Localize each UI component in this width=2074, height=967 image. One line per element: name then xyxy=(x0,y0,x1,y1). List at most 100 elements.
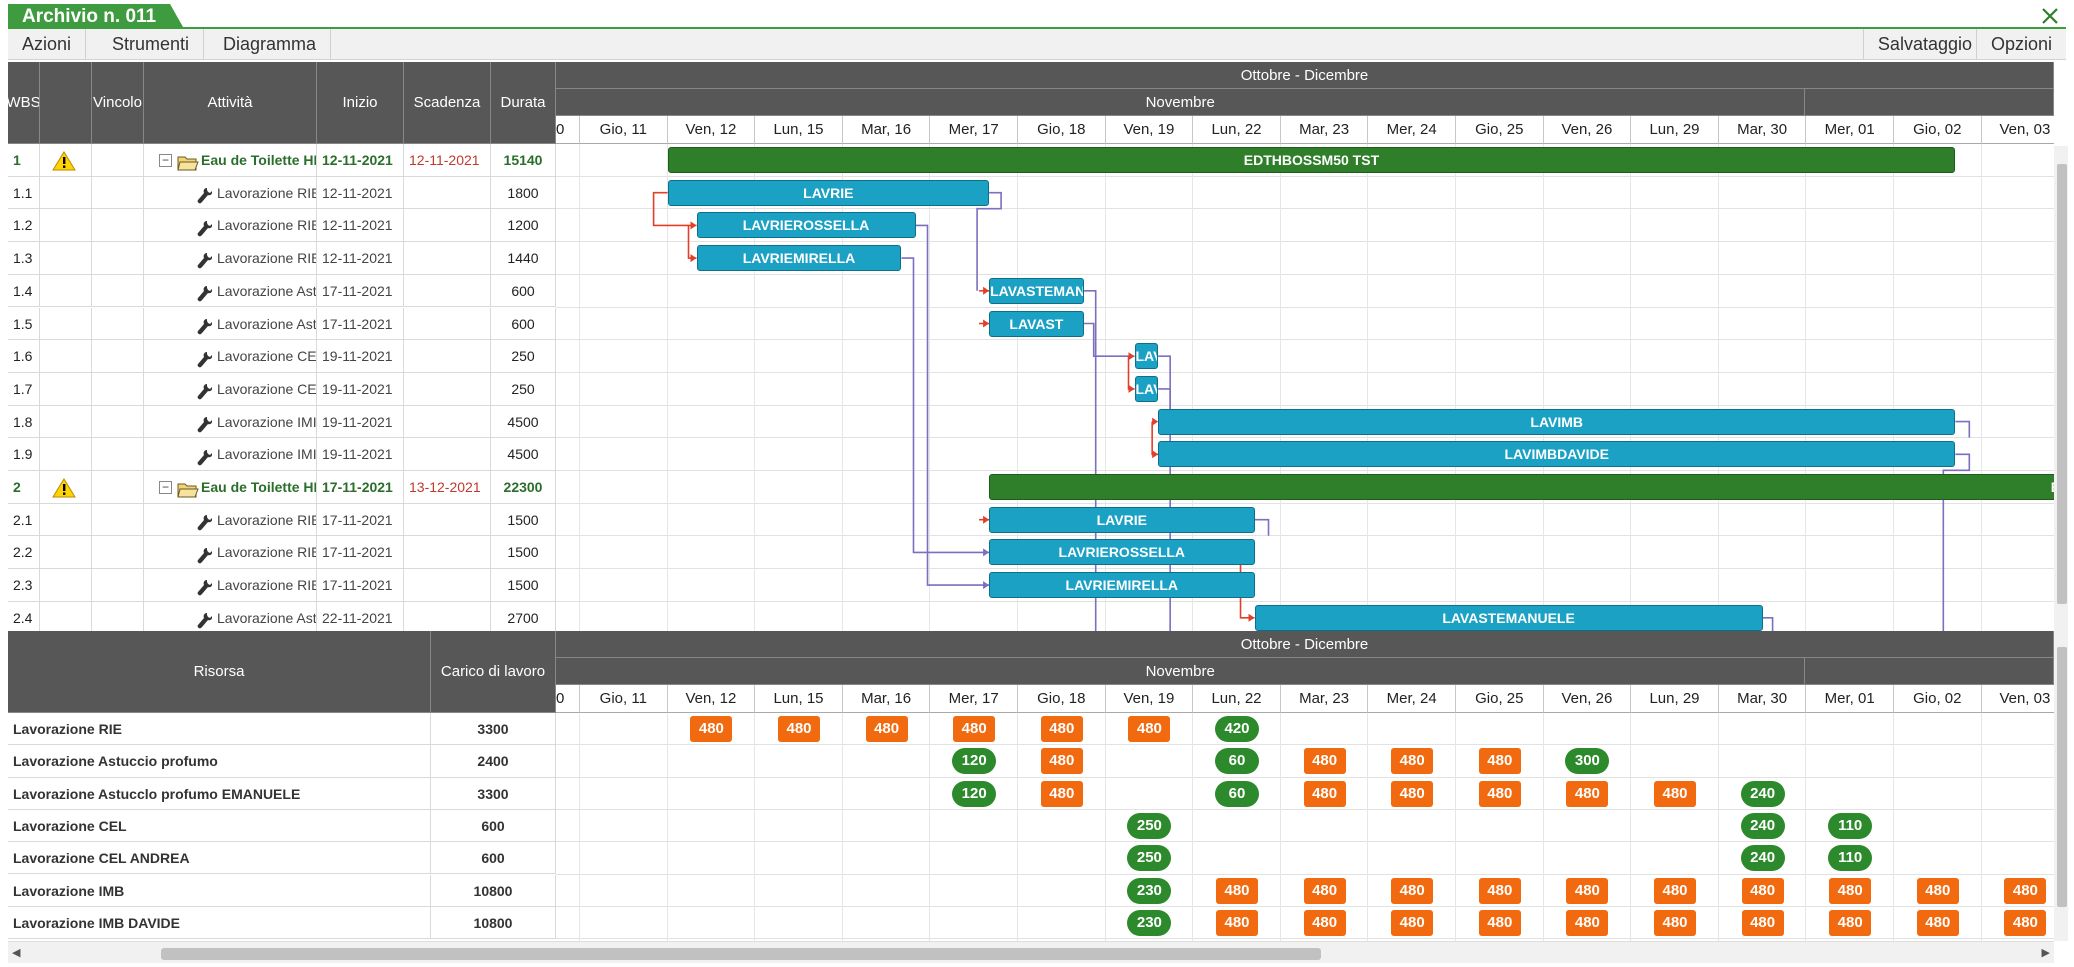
workload-badge[interactable]: 480 xyxy=(1391,909,1434,936)
workload-badge[interactable]: 480 xyxy=(1829,877,1872,904)
menu-strumenti[interactable]: Strumenti xyxy=(98,29,205,60)
workload-badge[interactable]: 480 xyxy=(1128,716,1171,743)
workload-badge[interactable]: 480 xyxy=(1391,877,1434,904)
task-cell-activity[interactable]: Lavorazione RIE xyxy=(144,209,317,243)
workload-day-header[interactable]: Mar, 16 xyxy=(842,685,931,713)
workload-badge[interactable]: 480 xyxy=(1216,877,1258,904)
resource-name[interactable]: Lavorazione Astuccio profumo xyxy=(8,745,431,778)
gantt-day-header[interactable]: Mar, 23 xyxy=(1280,116,1369,144)
workload-badge[interactable]: 120 xyxy=(952,748,997,775)
gantt-bar-summary[interactable]: EDTHBOSSM50 xyxy=(989,474,2054,500)
workload-badge[interactable]: 240 xyxy=(1740,845,1785,872)
workload-badge[interactable]: 480 xyxy=(1303,748,1346,775)
task-cell-activity[interactable]: Lavorazione RIE xyxy=(144,176,317,210)
task-cell-activity[interactable]: Lavorazione RIE xyxy=(144,242,317,275)
gantt-day-header[interactable]: Lun, 15 xyxy=(755,116,843,144)
workload-badge[interactable]: 60 xyxy=(1215,780,1259,807)
resource-vertical-scrollbar[interactable] xyxy=(2054,631,2068,941)
workload-badge[interactable]: 480 xyxy=(1478,780,1521,807)
menu-salvataggio[interactable]: Salvataggio xyxy=(1862,29,1986,60)
task-cell-activity[interactable]: Lavorazione CE xyxy=(144,340,317,373)
workload-badge[interactable]: 480 xyxy=(2004,909,2047,936)
collapse-icon[interactable]: − xyxy=(159,480,172,494)
gantt-bar-task[interactable]: LAVIMB xyxy=(1158,408,1956,435)
task-vertical-scrollbar[interactable] xyxy=(2054,146,2068,632)
workload-badge[interactable]: 480 xyxy=(1303,909,1346,936)
workload-badge[interactable]: 480 xyxy=(1654,780,1696,807)
gantt-bar-task[interactable]: LAVRIE xyxy=(667,179,990,206)
gantt-bar-task[interactable]: LAVIMBDAVIDE xyxy=(1158,441,1956,468)
gantt-bar-task[interactable]: LAVAST xyxy=(989,310,1084,337)
workload-badge[interactable]: 480 xyxy=(1040,748,1083,775)
gantt-day-header[interactable]: Ven, 19 xyxy=(1105,116,1194,144)
task-header-3[interactable]: Attività xyxy=(144,62,317,144)
resource-name[interactable]: Lavorazione CEL xyxy=(8,809,431,843)
workload-badge[interactable]: 480 xyxy=(1566,877,1609,904)
workload-badge[interactable]: 480 xyxy=(1478,909,1521,936)
task-cell-activity[interactable]: Lavorazione CE xyxy=(144,372,317,406)
gantt-day-header[interactable]: Mar, 30 xyxy=(1718,116,1807,144)
task-cell-activity[interactable]: Lavorazione Ast xyxy=(144,274,317,308)
scrollbar-thumb[interactable] xyxy=(2057,164,2067,604)
task-cell-activity[interactable]: Lavorazione RIE xyxy=(144,536,317,570)
menu-diagramma[interactable]: Diagramma xyxy=(209,29,332,60)
task-cell-activity[interactable]: Lavorazione Ast xyxy=(144,307,317,341)
workload-badge[interactable]: 230 xyxy=(1127,909,1172,936)
gantt-day-header[interactable]: Gio, 18 xyxy=(1018,116,1106,144)
task-header-0[interactable]: WBS xyxy=(8,62,40,144)
scroll-right-icon[interactable]: ▶ xyxy=(2042,946,2050,959)
task-header-6[interactable]: Durata xyxy=(491,62,556,144)
workload-badge[interactable]: 480 xyxy=(2004,877,2047,904)
gantt-day-header[interactable]: Ven, 12 xyxy=(667,116,756,144)
workload-badge[interactable]: 480 xyxy=(1040,780,1083,807)
workload-badge[interactable]: 480 xyxy=(1391,780,1434,807)
workload-badge[interactable]: 60 xyxy=(1215,748,1259,775)
close-icon[interactable] xyxy=(2038,4,2062,28)
gantt-bar-summary[interactable]: EDTHBOSSM50 TST xyxy=(667,147,1956,173)
workload-badge[interactable]: 230 xyxy=(1127,877,1172,904)
gantt-bar-task[interactable]: LAVRIEMIRELLA xyxy=(989,572,1255,599)
gantt-day-header[interactable]: Ven, 26 xyxy=(1543,116,1632,144)
gantt-day-header[interactable]: Gio, 02 xyxy=(1894,116,1982,144)
workload-badge[interactable]: 250 xyxy=(1127,845,1172,872)
gantt-day-header[interactable]: Gio, 11 xyxy=(580,116,668,144)
resource-name[interactable]: Lavorazione Astucclo profumo EMANUELE xyxy=(8,777,431,810)
workload-badge[interactable]: 480 xyxy=(1040,716,1083,743)
gantt-day-header[interactable]: Ven, 03 xyxy=(1981,116,2054,144)
task-cell-activity[interactable]: Lavorazione Ast xyxy=(144,601,317,631)
workload-badge[interactable]: 300 xyxy=(1565,748,1610,775)
workload-badge[interactable]: 480 xyxy=(778,716,820,743)
workload-day-partial[interactable]: 0 xyxy=(556,685,580,713)
workload-badge[interactable]: 480 xyxy=(1566,780,1609,807)
gantt-day-header[interactable]: Mer, 17 xyxy=(930,116,1018,144)
gantt-day-header[interactable]: Lun, 29 xyxy=(1631,116,1719,144)
workload-day-header[interactable]: Gio, 11 xyxy=(580,685,668,713)
gantt-bar-task[interactable]: LAVCELANDREA xyxy=(1134,375,1159,402)
workload-badge[interactable]: 480 xyxy=(1216,909,1258,936)
workload-badge[interactable]: 480 xyxy=(1829,909,1872,936)
task-cell-activity[interactable]: Lavorazione IMI xyxy=(144,405,317,439)
gantt-bar-task[interactable]: LAVRIEROSSELLA xyxy=(989,539,1255,566)
gantt-bar-task[interactable]: LAVRIE xyxy=(989,506,1255,533)
gantt-bar-task[interactable]: LAVRIEROSSELLA xyxy=(696,212,916,239)
workload-badge[interactable]: 250 xyxy=(1127,813,1172,840)
workload-badge[interactable]: 480 xyxy=(1916,909,1959,936)
workload-day-header[interactable]: Ven, 12 xyxy=(667,685,756,713)
task-cell-activity[interactable]: Lavorazione RIE xyxy=(144,569,317,602)
workload-badge[interactable]: 480 xyxy=(690,716,733,743)
workload-badge[interactable]: 480 xyxy=(1566,909,1609,936)
gantt-day-header[interactable]: Lun, 22 xyxy=(1193,116,1281,144)
workload-badge[interactable]: 480 xyxy=(1391,748,1434,775)
workload-badge[interactable]: 480 xyxy=(1303,877,1346,904)
workload-day-header[interactable]: Mer, 17 xyxy=(930,685,1018,713)
workload-badge[interactable]: 480 xyxy=(1916,877,1959,904)
workload-badge[interactable]: 120 xyxy=(952,780,997,807)
resource-name[interactable]: Lavorazione IMB DAVIDE xyxy=(8,906,431,940)
workload-badge[interactable]: 240 xyxy=(1740,813,1785,840)
workload-day-header[interactable]: Mar, 23 xyxy=(1280,685,1369,713)
gantt-day-header[interactable]: Mer, 24 xyxy=(1368,116,1456,144)
workload-badge[interactable]: 480 xyxy=(953,716,996,743)
task-header-2[interactable]: Vincolo xyxy=(92,62,144,144)
workload-day-header[interactable]: Ven, 26 xyxy=(1543,685,1632,713)
workload-badge[interactable]: 480 xyxy=(1303,780,1346,807)
